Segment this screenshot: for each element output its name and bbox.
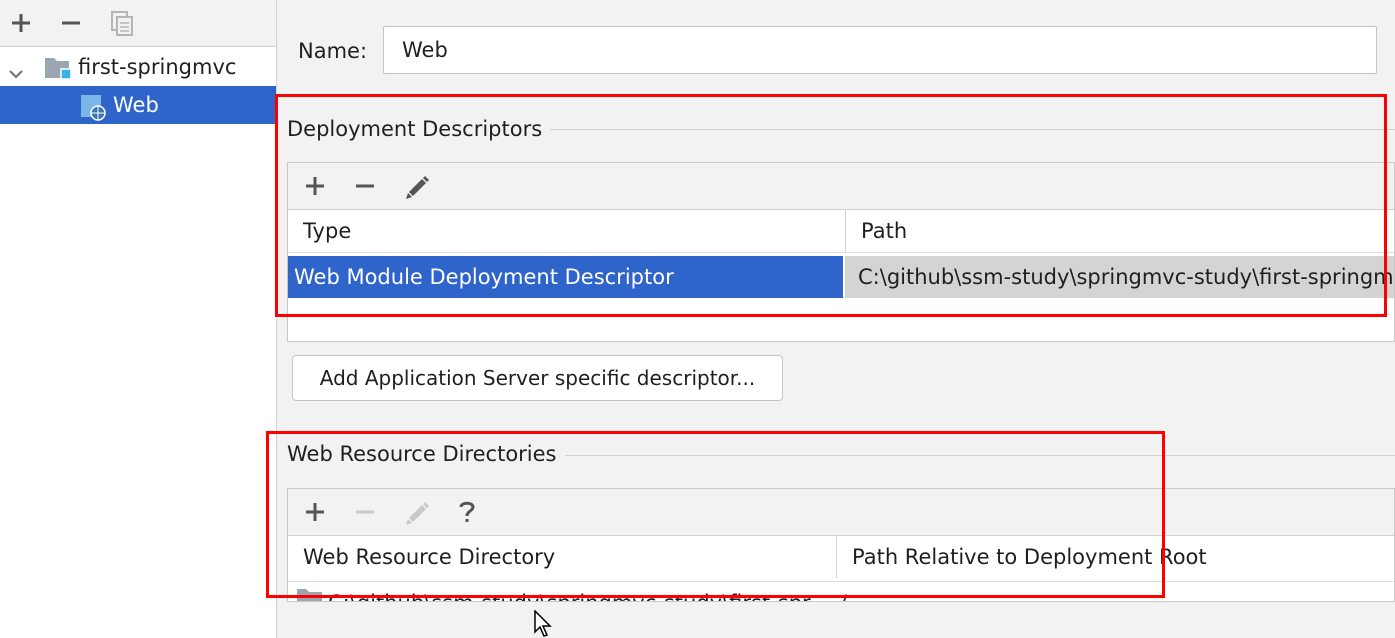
header-divider (288, 252, 1394, 253)
resource-directory-cell[interactable]: C:\github\ssm-study\springmvc-study\firs… (288, 582, 812, 601)
question-icon[interactable] (452, 497, 482, 527)
facet-details-panel: Name: Deployment Descriptors (277, 0, 1395, 638)
module-tree-toolbar (0, 0, 276, 47)
module-tree-panel: first-springmvc Web (0, 0, 277, 638)
minus-icon[interactable] (56, 8, 86, 38)
mouse-cursor-icon (534, 609, 554, 638)
plus-icon[interactable] (300, 171, 330, 201)
web-resource-directories-title: Web Resource Directories (287, 439, 565, 469)
column-header-path[interactable]: Path (846, 210, 1394, 252)
column-header-type[interactable]: Type (288, 210, 845, 252)
name-label: Name: (298, 39, 368, 63)
copy-icon[interactable] (108, 8, 138, 38)
tree-item-web[interactable]: Web (0, 86, 276, 124)
relative-path-cell[interactable]: / (840, 582, 1394, 601)
tree-item-label: first-springmvc (78, 55, 237, 79)
name-input[interactable] (383, 26, 1377, 74)
pencil-icon[interactable] (402, 497, 432, 527)
pencil-icon[interactable] (402, 171, 432, 201)
web-resource-directories-toolbar (288, 489, 1394, 536)
tree-item-label: Web (113, 93, 159, 117)
folder-icon (296, 587, 324, 601)
deployment-descriptors-toolbar (288, 163, 1394, 210)
web-facet-icon (80, 93, 108, 133)
plus-icon[interactable] (6, 8, 36, 38)
deployment-descriptors-table: Type Path Web Module Deployment Descript… (287, 162, 1395, 342)
descriptor-path-cell[interactable]: C:\github\ssm-study\springmvc-study\firs… (845, 256, 1394, 298)
web-facet-settings-window: first-springmvc Web Name: Deployment Des… (0, 0, 1395, 638)
descriptor-type-cell[interactable]: Web Module Deployment Descriptor (288, 256, 843, 298)
web-resource-directories-table: Web Resource Directory Path Relative to … (287, 488, 1395, 602)
column-header-web-resource-directory[interactable]: Web Resource Directory (288, 536, 836, 578)
plus-icon[interactable] (300, 497, 330, 527)
add-server-descriptor-button[interactable]: Add Application Server specific descript… (292, 355, 783, 401)
tree-item-first-springmvc[interactable]: first-springmvc (0, 48, 276, 86)
column-header-relative-path[interactable]: Path Relative to Deployment Root (837, 536, 1394, 578)
minus-icon[interactable] (350, 497, 380, 527)
minus-icon[interactable] (350, 171, 380, 201)
deployment-descriptors-title: Deployment Descriptors (287, 114, 551, 144)
